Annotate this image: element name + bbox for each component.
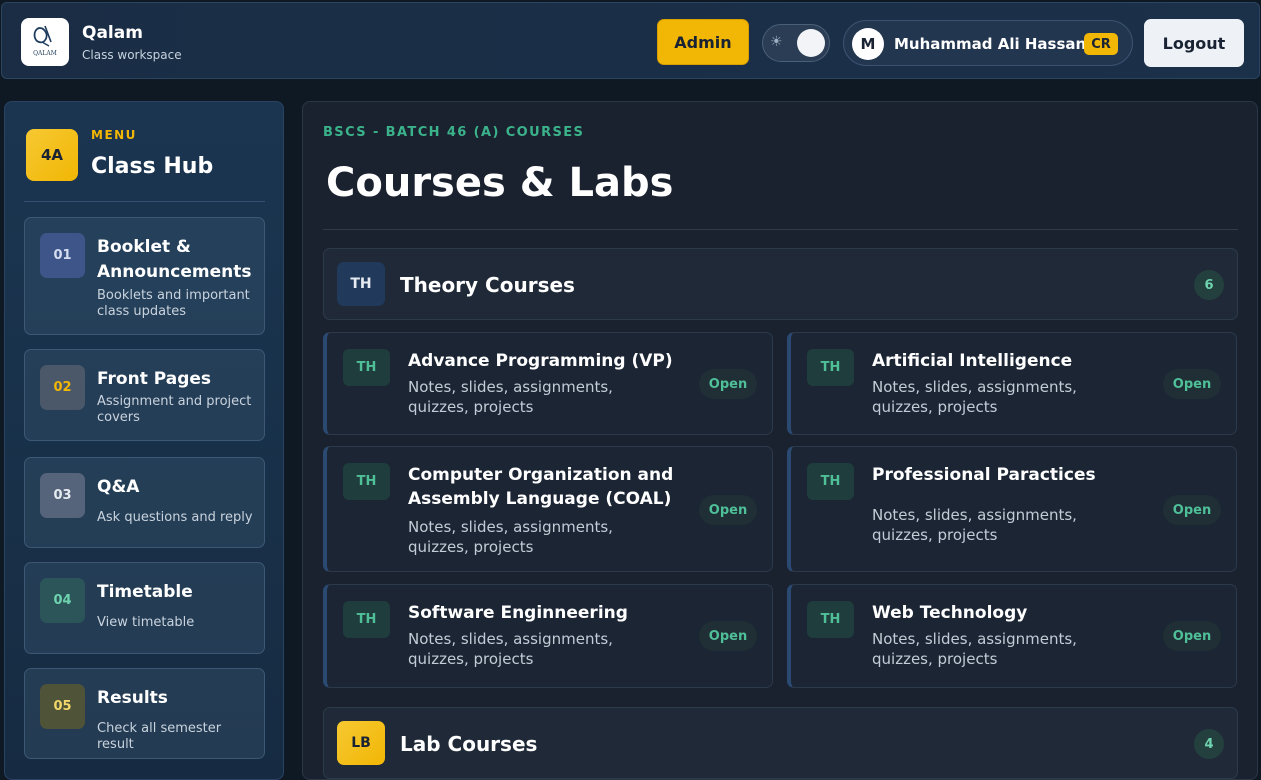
course-card-coal[interactable]: TH Computer Organization and Assembly La… <box>323 446 773 572</box>
open-button[interactable]: Open <box>1163 495 1221 525</box>
page-title: Courses & Labs <box>326 160 674 206</box>
course-title: Advance Programming (VP) <box>408 351 673 371</box>
course-desc: Notes, slides, assignments, quizzes, pro… <box>872 630 1077 668</box>
app-title: Qalam <box>82 23 143 43</box>
course-desc: Notes, slides, assignments, quizzes, pro… <box>872 506 1077 544</box>
sidebar-item-desc: Ask questions and reply <box>97 510 253 525</box>
sidebar-item-results[interactable]: 05 Results Check all semester result <box>24 668 265 759</box>
sidebar-item-desc: Assignment and project covers <box>97 394 252 425</box>
section-title: Lab Courses <box>400 732 538 756</box>
course-tag: TH <box>807 463 854 500</box>
course-card-professional-practices[interactable]: TH Professional Paractices Notes, slides… <box>787 446 1237 572</box>
avatar: M <box>852 28 884 60</box>
open-button[interactable]: Open <box>699 621 757 651</box>
qalam-logo[interactable]: QALAM <box>21 18 69 66</box>
course-desc: Notes, slides, assignments, quizzes, pro… <box>408 518 613 556</box>
course-desc: Notes, slides, assignments, quizzes, pro… <box>408 630 613 668</box>
course-title: Web Technology <box>872 603 1028 623</box>
course-card-artificial-intelligence[interactable]: TH Artificial Intelligence Notes, slides… <box>787 332 1237 435</box>
sidebar-divider <box>24 201 265 202</box>
course-desc: Notes, slides, assignments, quizzes, pro… <box>872 378 1077 416</box>
role-badge: CR <box>1084 33 1118 55</box>
theory-section-header[interactable]: TH Theory Courses 6 <box>323 248 1238 320</box>
open-button[interactable]: Open <box>1163 621 1221 651</box>
course-title: Computer Organization and Assembly Langu… <box>408 465 674 509</box>
open-button[interactable]: Open <box>1163 369 1221 399</box>
nav-number: 04 <box>40 578 85 623</box>
theme-toggle[interactable]: ☀ <box>762 24 830 62</box>
qalam-logo-icon: QALAM <box>33 25 57 57</box>
sidebar-item-front-pages[interactable]: 02 Front Pages Assignment and project co… <box>24 349 265 441</box>
course-card-advance-programming[interactable]: TH Advance Programming (VP) Notes, slide… <box>323 332 773 435</box>
lab-section-header[interactable]: LB Lab Courses 4 <box>323 707 1238 779</box>
sidebar: 4A MENU Class Hub 01 Booklet & Announcem… <box>4 101 284 780</box>
section-icon: LB <box>337 721 385 765</box>
sidebar-item-desc: Check all semester result <box>97 721 222 752</box>
course-tag: TH <box>807 601 854 638</box>
sidebar-title: Class Hub <box>91 154 214 179</box>
sun-icon: ☀ <box>770 34 783 50</box>
course-tag: TH <box>343 601 390 638</box>
course-card-web-technology[interactable]: TH Web Technology Notes, slides, assignm… <box>787 584 1237 688</box>
course-title: Professional Paractices <box>872 465 1096 485</box>
top-bar: QALAM Qalam Class workspace Admin ☀ M Mu… <box>1 2 1260 79</box>
course-card-software-engineering[interactable]: TH Software Enginneering Notes, slides, … <box>323 584 773 688</box>
logout-button[interactable]: Logout <box>1144 19 1244 67</box>
course-tag: TH <box>343 463 390 500</box>
nav-number: 01 <box>40 233 85 278</box>
sidebar-item-desc: Booklets and important class updates <box>97 288 250 319</box>
menu-label: MENU <box>91 128 137 142</box>
course-title: Artificial Intelligence <box>872 351 1073 371</box>
app-subtitle: Class workspace <box>82 48 182 62</box>
user-menu[interactable]: M Muhammad Ali Hassan CR <box>843 20 1133 66</box>
sidebar-item-qa[interactable]: 03 Q&A Ask questions and reply <box>24 457 265 548</box>
nav-number: 02 <box>40 365 85 410</box>
section-title: Theory Courses <box>400 273 575 297</box>
user-name: Muhammad Ali Hassan <box>894 35 1087 53</box>
section-icon: TH <box>337 262 385 306</box>
section-count-badge: 4 <box>1194 729 1224 759</box>
section-count-badge: 6 <box>1194 270 1224 300</box>
sidebar-item-timetable[interactable]: 04 Timetable View timetable <box>24 562 265 654</box>
course-desc: Notes, slides, assignments, quizzes, pro… <box>408 378 613 416</box>
course-title: Software Enginneering <box>408 603 628 623</box>
open-button[interactable]: Open <box>699 369 757 399</box>
sidebar-item-label: Timetable <box>97 582 193 602</box>
svg-text:QALAM: QALAM <box>33 50 57 57</box>
nav-number: 03 <box>40 473 85 518</box>
breadcrumb: BSCS - BATCH 46 (A) COURSES <box>323 125 585 140</box>
sidebar-item-label: Results <box>97 688 168 708</box>
class-badge: 4A <box>26 129 78 181</box>
admin-button[interactable]: Admin <box>657 19 749 65</box>
sidebar-item-label: Booklet & Announcements <box>97 237 252 282</box>
course-tag: TH <box>343 349 390 386</box>
toggle-knob <box>797 29 825 57</box>
sidebar-item-booklet[interactable]: 01 Booklet & Announcements Booklets and … <box>24 217 265 335</box>
sidebar-item-label: Q&A <box>97 477 140 497</box>
open-button[interactable]: Open <box>699 495 757 525</box>
course-tag: TH <box>807 349 854 386</box>
title-divider <box>323 229 1238 230</box>
nav-number: 05 <box>40 684 85 729</box>
sidebar-item-desc: View timetable <box>97 615 195 630</box>
sidebar-item-label: Front Pages <box>97 369 212 389</box>
main-panel: BSCS - BATCH 46 (A) COURSES Courses & La… <box>302 101 1258 780</box>
